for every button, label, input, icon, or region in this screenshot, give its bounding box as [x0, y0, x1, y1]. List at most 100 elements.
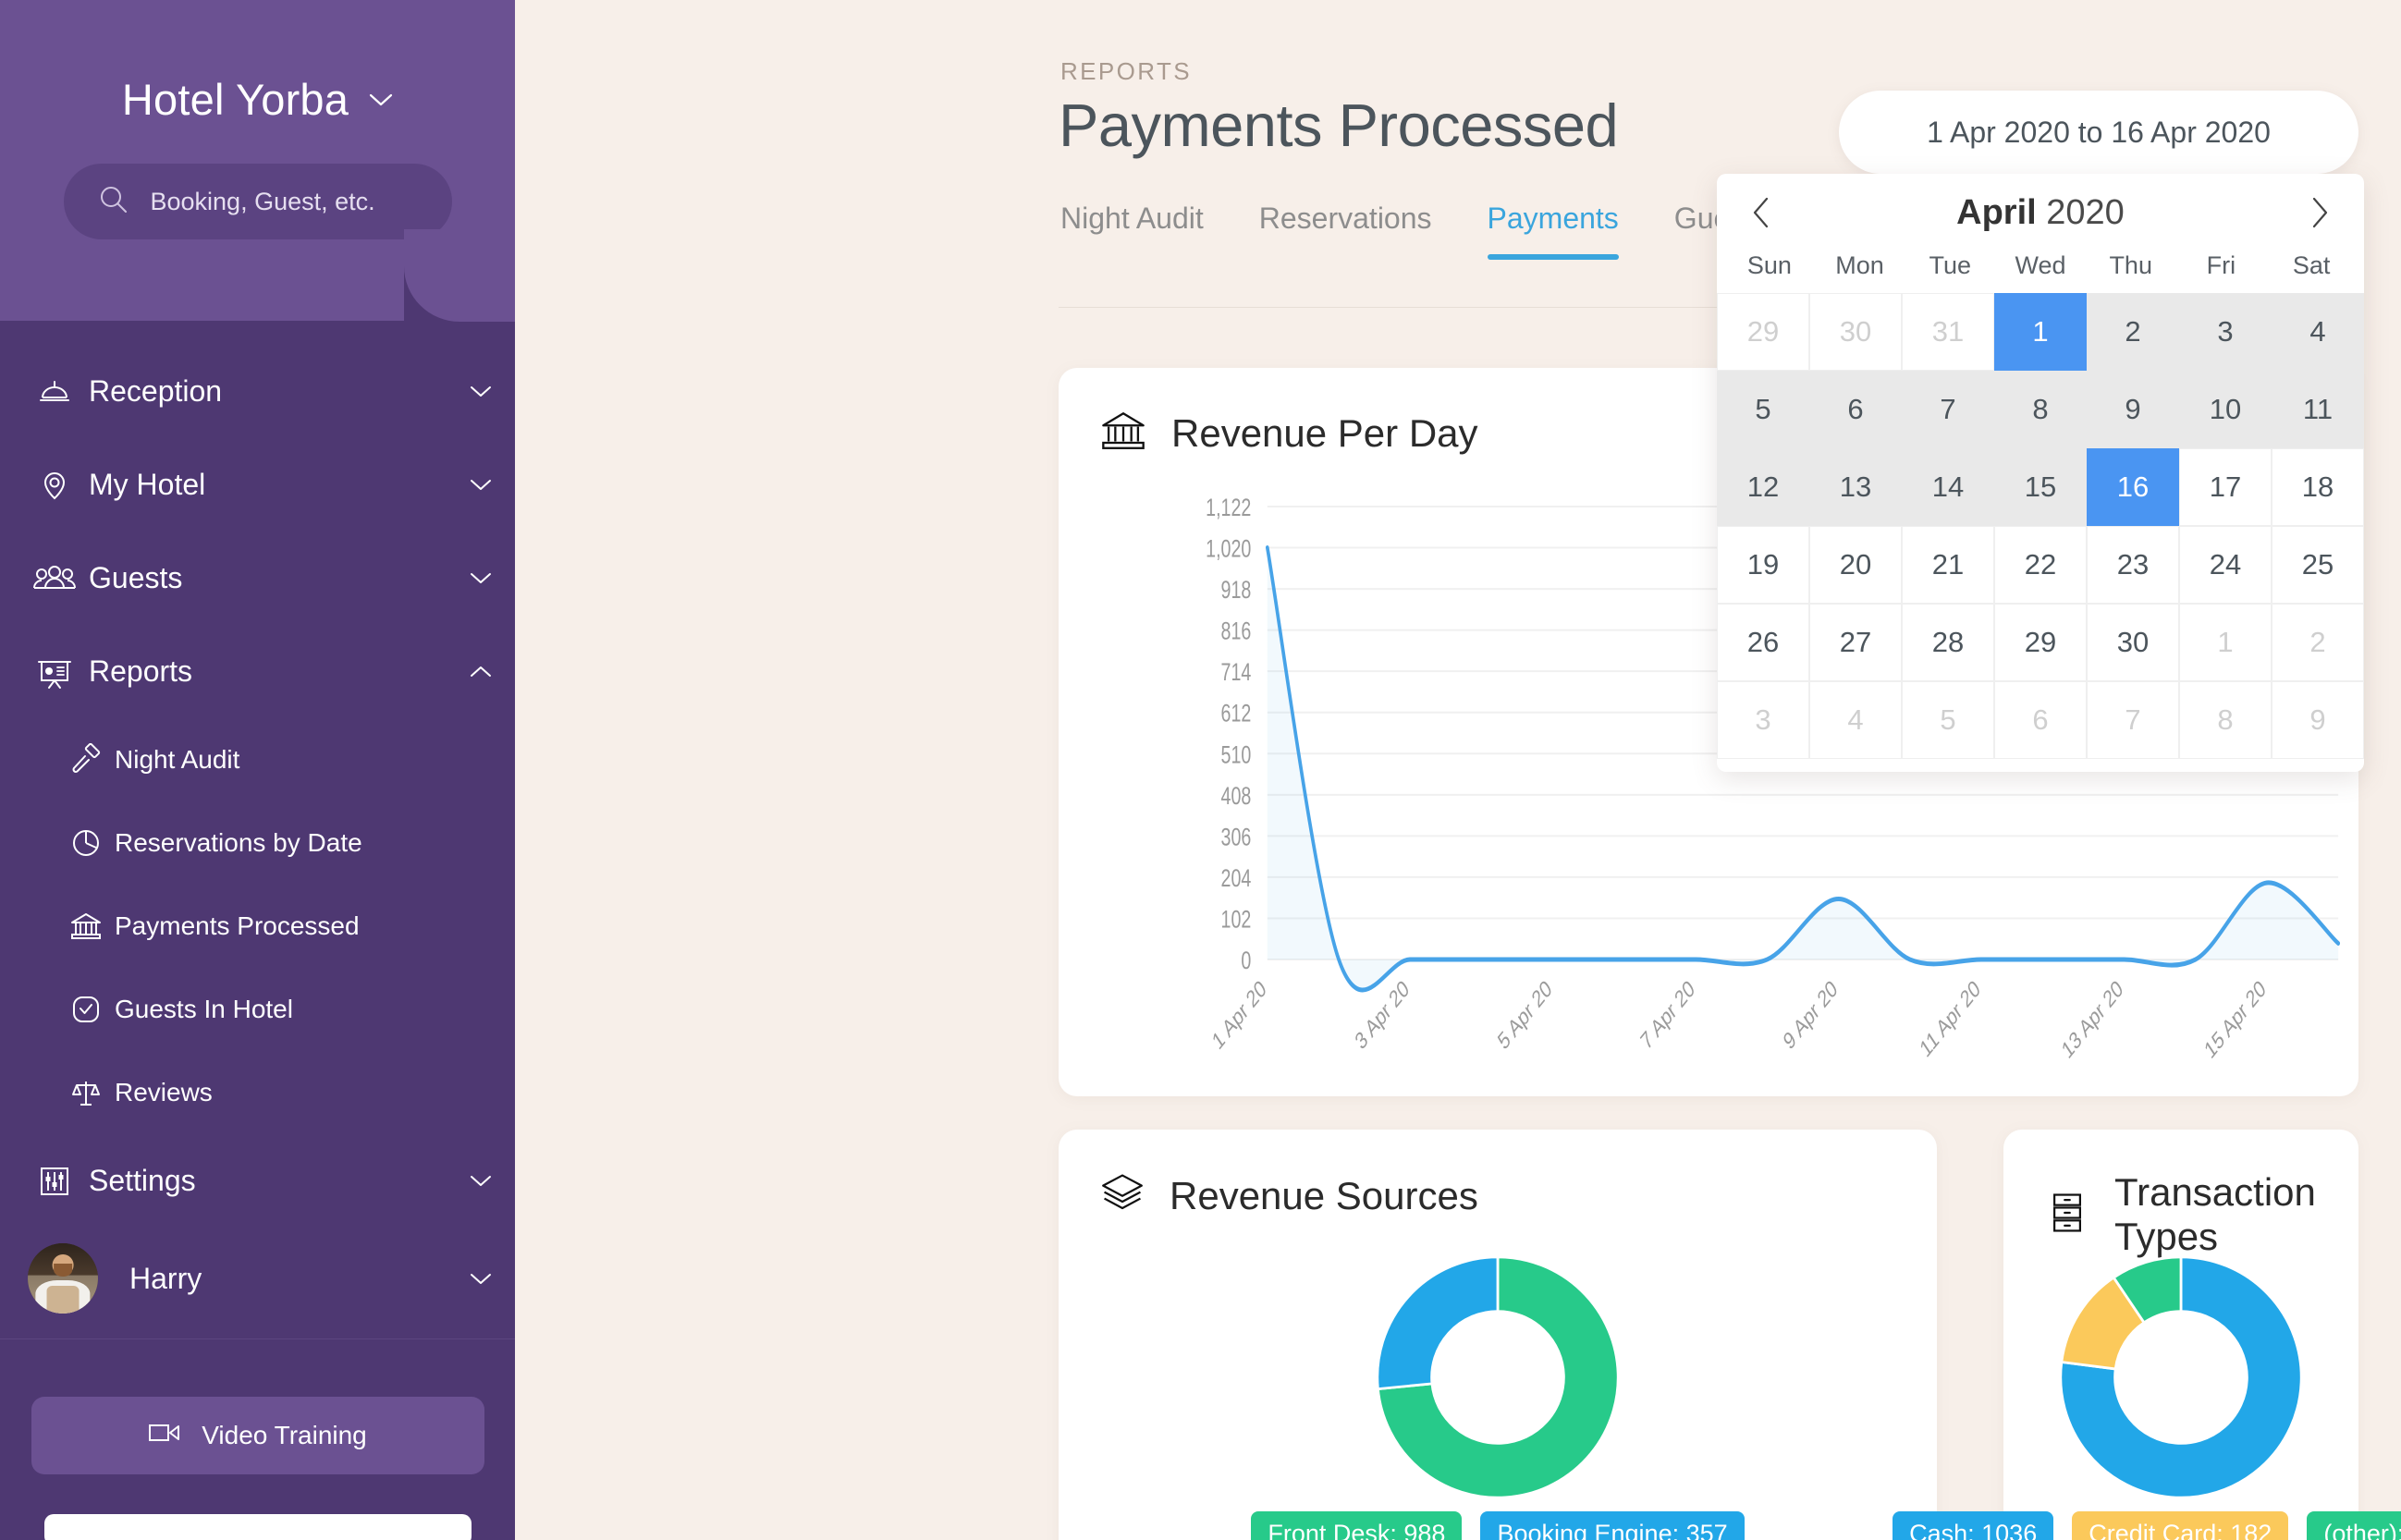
bank-icon — [1099, 407, 1147, 459]
x-axis-tick-label: 1 Apr 20 — [1208, 974, 1270, 1055]
calendar-day-cell[interactable]: 26 — [1717, 604, 1809, 681]
legend-chip[interactable]: Credit Card: 182 — [2072, 1511, 2289, 1540]
calendar-day-cell[interactable]: 9 — [2272, 681, 2364, 759]
sidebar-subitem-reviews[interactable]: Reviews — [0, 1051, 515, 1134]
sidebar-item-my-hotel[interactable]: My Hotel — [0, 438, 515, 532]
calendar-day-cell[interactable]: 14 — [1902, 448, 1994, 526]
calendar-day-cell[interactable]: 16 — [2087, 448, 2179, 526]
sidebar-nav: Reception My Hotel Guests Reports Night … — [0, 321, 515, 1474]
tab-reservations[interactable]: Reservations — [1231, 202, 1460, 260]
search-placeholder: Booking, Guest, etc. — [150, 187, 375, 215]
user-menu[interactable]: Harry — [0, 1228, 515, 1329]
sidebar-item-label: Guests — [89, 561, 183, 594]
chevron-down-icon[interactable] — [447, 385, 515, 398]
calendar-day-cell[interactable]: 18 — [2272, 448, 2364, 526]
calendar-day-cell[interactable]: 19 — [1717, 526, 1809, 604]
calendar-day-cell[interactable]: 5 — [1717, 371, 1809, 448]
chevron-down-icon[interactable] — [447, 1272, 515, 1286]
search-icon — [97, 183, 130, 221]
calendar-day-cell[interactable]: 17 — [2179, 448, 2272, 526]
chevron-up-icon[interactable] — [447, 665, 515, 678]
donut-slice[interactable] — [1376, 1255, 1500, 1391]
calendar-day-cell[interactable]: 29 — [1994, 604, 2087, 681]
chevron-left-icon[interactable] — [1741, 195, 1782, 230]
y-axis-tick-label: 612 — [1221, 701, 1252, 728]
calendar-day-cell[interactable]: 13 — [1809, 448, 1902, 526]
calendar-day-cell[interactable]: 27 — [1809, 604, 1902, 681]
calendar-day-cell[interactable]: 4 — [1809, 681, 1902, 759]
bottom-panel[interactable] — [44, 1514, 472, 1540]
calendar-day-cell[interactable]: 20 — [1809, 526, 1902, 604]
calendar-day-cell[interactable]: 6 — [1994, 681, 2087, 759]
y-axis-tick-label: 0 — [1241, 947, 1251, 975]
chevron-down-icon[interactable] — [447, 478, 515, 492]
sidebar-subitem-label: Night Audit — [115, 745, 240, 774]
calendar-day-cell[interactable]: 1 — [1994, 293, 2087, 371]
calendar-day-cell[interactable]: 12 — [1717, 448, 1809, 526]
card-title-text: Revenue Per Day — [1171, 410, 1478, 455]
calendar-weekday: Tue — [1929, 251, 1972, 279]
x-axis-tick-label: 9 Apr 20 — [1779, 974, 1841, 1055]
calendar-day-cell[interactable]: 11 — [2272, 371, 2364, 448]
avatar — [28, 1243, 98, 1314]
calendar-day-cell[interactable]: 21 — [1902, 526, 1994, 604]
calendar-day-cell[interactable]: 2 — [2087, 293, 2179, 371]
sidebar-subitem-reservations-by-date[interactable]: Reservations by Date — [0, 801, 515, 885]
calendar-day-cell[interactable]: 2 — [2272, 604, 2364, 681]
calendar-day-cell[interactable]: 29 — [1717, 293, 1809, 371]
calendar-day-cell[interactable]: 22 — [1994, 526, 2087, 604]
sidebar-subitem-label: Reservations by Date — [115, 828, 362, 857]
calendar-day-cell[interactable]: 15 — [1994, 448, 2087, 526]
calendar-day-cell[interactable]: 5 — [1902, 681, 1994, 759]
calendar-day-cell[interactable]: 25 — [2272, 526, 2364, 604]
calendar-day-cell[interactable]: 9 — [2087, 371, 2179, 448]
sidebar-item-guests[interactable]: Guests — [0, 532, 515, 625]
date-range-picker[interactable]: 1 Apr 2020 to 16 Apr 2020 — [1839, 91, 2358, 174]
video-training-label: Video Training — [202, 1421, 367, 1449]
calendar-day-cell[interactable]: 24 — [2179, 526, 2272, 604]
x-axis-tick-label: 7 Apr 20 — [1636, 974, 1698, 1055]
video-camera-icon — [148, 1420, 183, 1452]
chevron-down-icon[interactable] — [447, 571, 515, 585]
chevron-right-icon[interactable] — [2299, 195, 2340, 230]
page-title: Payments Processed — [1059, 92, 1619, 159]
calendar-weekday: Wed — [2015, 251, 2066, 279]
calendar-day-cell[interactable]: 6 — [1809, 371, 1902, 448]
video-training-button[interactable]: Video Training — [31, 1397, 484, 1474]
people-icon — [20, 559, 89, 598]
sidebar-subitem-payments-processed[interactable]: Payments Processed — [0, 885, 515, 968]
calendar-day-cell[interactable]: 7 — [1902, 371, 1994, 448]
brand-selector[interactable]: Hotel Yorba — [0, 0, 515, 125]
tab-night-audit[interactable]: Night Audit — [1060, 202, 1231, 260]
legend-chip[interactable]: Booking Engine: 357 — [1480, 1511, 1745, 1540]
calendar-day-cell[interactable]: 10 — [2179, 371, 2272, 448]
calendar-day-cell[interactable]: 8 — [2179, 681, 2272, 759]
chevron-down-icon[interactable] — [369, 92, 393, 107]
calendar-day-cell[interactable]: 3 — [1717, 681, 1809, 759]
calendar-day-cell[interactable]: 4 — [2272, 293, 2364, 371]
user-name: Harry — [129, 1261, 202, 1295]
sidebar-item-settings[interactable]: Settings — [0, 1134, 515, 1228]
calendar-day-cell[interactable]: 31 — [1902, 293, 1994, 371]
sidebar-subitem-night-audit[interactable]: Night Audit — [0, 718, 515, 801]
calendar-weekday: Fri — [2206, 251, 2236, 279]
sidebar-item-reports[interactable]: Reports — [0, 625, 515, 718]
legend-chip[interactable]: Cash: 1036 — [1893, 1511, 2054, 1540]
search-input[interactable]: Booking, Guest, etc. — [63, 164, 452, 239]
tab-payments[interactable]: Payments — [1460, 202, 1647, 260]
calendar-day-cell[interactable]: 28 — [1902, 604, 1994, 681]
calendar-day-cell[interactable]: 30 — [1809, 293, 1902, 371]
sidebar-subitem-guests-in-hotel[interactable]: Guests In Hotel — [0, 968, 515, 1051]
calendar-day-cell[interactable]: 30 — [2087, 604, 2179, 681]
y-axis-tick-label: 714 — [1221, 659, 1252, 687]
chevron-down-icon[interactable] — [447, 1174, 515, 1188]
calendar-weekday: Mon — [1835, 251, 1884, 279]
legend-chip[interactable]: Front Desk: 988 — [1251, 1511, 1463, 1540]
calendar-day-cell[interactable]: 8 — [1994, 371, 2087, 448]
calendar-day-cell[interactable]: 1 — [2179, 604, 2272, 681]
calendar-day-cell[interactable]: 3 — [2179, 293, 2272, 371]
calendar-day-cell[interactable]: 7 — [2087, 681, 2179, 759]
legend-chip[interactable]: (other): 127 — [2307, 1511, 2401, 1540]
sidebar-item-reception[interactable]: Reception — [0, 345, 515, 438]
calendar-day-cell[interactable]: 23 — [2087, 526, 2179, 604]
